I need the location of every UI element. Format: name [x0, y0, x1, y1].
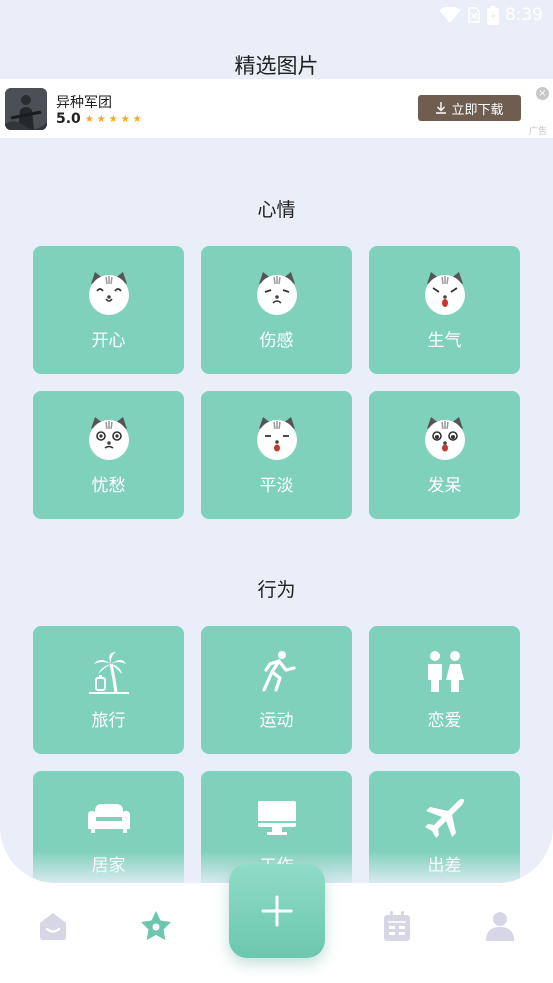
tile-label: 平淡 [259, 476, 294, 496]
home-icon[interactable] [36, 909, 70, 943]
tile-label: 运动 [259, 711, 294, 731]
palm-tree-icon [88, 652, 129, 694]
section-title-behavior: 行为 [257, 579, 296, 601]
no-sim-icon [468, 7, 480, 23]
tile-label: 旅行 [91, 711, 126, 731]
tile-label: 居家 [91, 856, 126, 876]
couple-icon [427, 651, 464, 692]
ad-app-thumbnail[interactable] [5, 88, 47, 130]
tile-mood-happy[interactable]: 开心 [33, 246, 184, 374]
tile-behavior-love[interactable]: 恋爱 [369, 626, 520, 754]
ad-banner[interactable]: 异种军团 5.0 ★★★★★ 立即下载 × 广告 [0, 79, 553, 138]
tile-label: 生气 [427, 331, 462, 351]
cat-angry-icon [424, 272, 465, 315]
tile-label: 出差 [427, 856, 462, 876]
ad-app-name: 异种军团 [56, 95, 112, 111]
ad-rating-value: 5.0 [56, 111, 81, 127]
soldier-image [5, 88, 47, 130]
tile-label: 恋爱 [427, 711, 462, 731]
section-title-mood: 心情 [257, 199, 296, 221]
profile-icon[interactable] [483, 909, 517, 943]
ad-stars: ★★★★★ [84, 113, 145, 125]
ad-rating: 5.0 ★★★★★ [56, 111, 145, 127]
cat-daze-icon [424, 417, 465, 460]
tile-label: 开心 [91, 331, 126, 351]
tile-mood-worried[interactable]: 忧愁 [33, 391, 184, 519]
status-icons: 8:39 [438, 4, 543, 26]
airplane-icon [424, 799, 464, 838]
tile-mood-angry[interactable]: 生气 [369, 246, 520, 374]
monitor-icon [257, 801, 296, 835]
add-icon [261, 895, 293, 927]
sofa-icon [87, 804, 130, 833]
tile-behavior-sport[interactable]: 运动 [201, 626, 352, 754]
battery-icon [486, 5, 499, 25]
tile-label: 忧愁 [91, 476, 126, 496]
status-time: 8:39 [504, 5, 543, 25]
tile-mood-calm[interactable]: 平淡 [201, 391, 352, 519]
cat-calm-icon [256, 417, 297, 460]
cat-sad-icon [256, 272, 297, 315]
download-icon [436, 102, 447, 114]
tile-label: 伤感 [259, 331, 294, 351]
cat-happy-icon [88, 272, 129, 315]
ad-tag: 广告 [528, 127, 547, 137]
tile-label: 发呆 [427, 476, 462, 496]
tile-mood-daze[interactable]: 发呆 [369, 391, 520, 519]
wifi-icon [438, 7, 461, 23]
tile-behavior-travel[interactable]: 旅行 [33, 626, 184, 754]
main-screen: 8:39 精选图片 异种军团 5.0 ★★★★★ 立即下载 × 广告 心情 开心… [0, 0, 553, 883]
calendar-icon[interactable] [380, 909, 414, 943]
star-icon[interactable] [139, 909, 173, 943]
ad-close-icon[interactable]: × [536, 87, 549, 100]
ad-download-button[interactable]: 立即下载 [418, 95, 521, 121]
tile-behavior-home[interactable]: 居家 [33, 771, 184, 883]
ad-download-label: 立即下载 [451, 102, 504, 118]
status-bar: 8:39 [0, 0, 553, 30]
running-icon [261, 651, 296, 692]
page-title: 精选图片 [234, 54, 319, 78]
cat-worried-icon [88, 417, 129, 460]
tile-mood-sad[interactable]: 伤感 [201, 246, 352, 374]
tile-behavior-business-trip[interactable]: 出差 [369, 771, 520, 883]
add-button[interactable] [229, 864, 325, 958]
